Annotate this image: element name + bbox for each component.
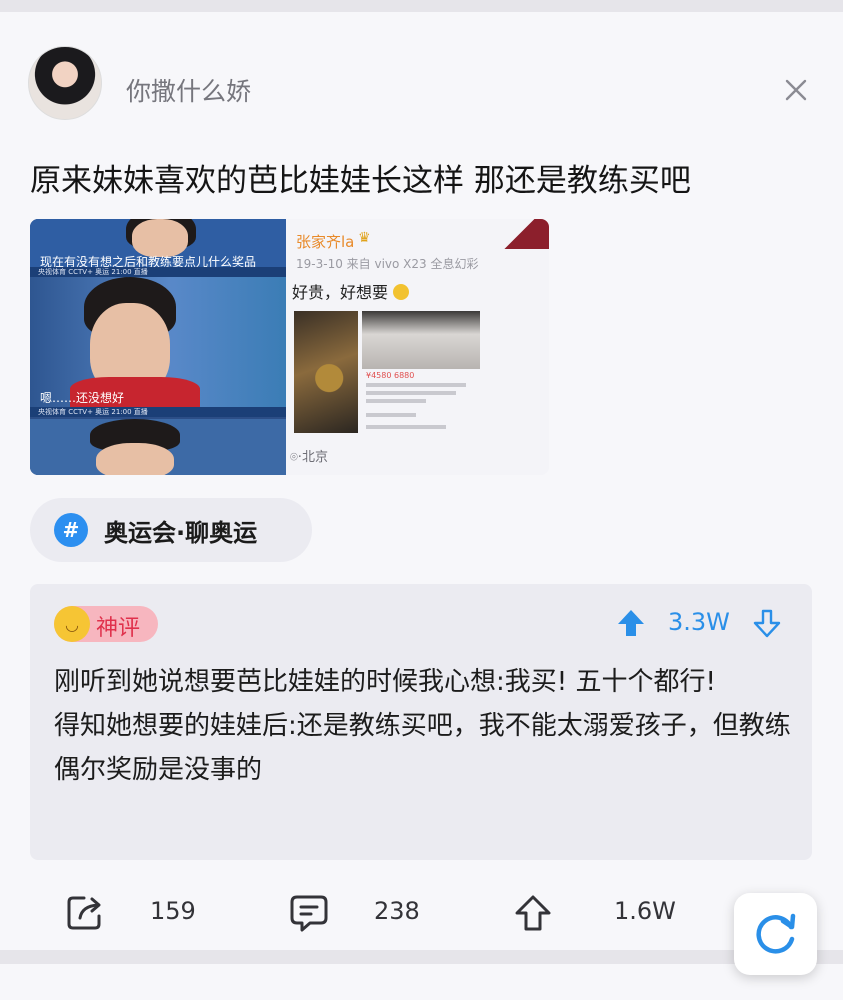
- screenshot-text-line: [366, 383, 466, 387]
- screenshot-text-line: [366, 391, 456, 395]
- image-caption: 嗯……还没想好: [40, 391, 125, 405]
- comment-paragraph: 刚听到她说想要芭比娃娃的时候我心想:我买! 五十个都行!: [54, 667, 716, 697]
- image-figure: [96, 443, 174, 475]
- top-comment[interactable]: ◡ 神评 3.3W 刚听到她说想要芭比娃娃的时候我心想:我买! 五十个都行! 得…: [30, 584, 812, 860]
- screenshot-location-text: 北京: [301, 450, 328, 465]
- post-card[interactable]: 你撒什么娇 原来妹妹喜欢的芭比娃娃长这样 那还是教练买吧 现在有没有想之后和教练…: [0, 12, 843, 950]
- downvote-arrow-icon[interactable]: [750, 606, 784, 640]
- image-decoration: [504, 219, 549, 249]
- next-post-preview: [0, 964, 843, 1000]
- refresh-button[interactable]: [734, 893, 817, 975]
- doll-photo: [294, 311, 358, 433]
- laugh-emoji-icon: [393, 284, 410, 300]
- grin-emoji-icon: ◡: [54, 606, 90, 642]
- vote-count: 3.3W: [668, 608, 730, 636]
- post-image-left[interactable]: 现在有没有想之后和教练要点儿什么奖品 央视体育 CCTV+ 奥运 21:00 直…: [30, 219, 286, 475]
- avatar[interactable]: [28, 46, 102, 120]
- topic-tag[interactable]: # 奥运会·聊奥运: [30, 498, 312, 562]
- refresh-icon: [755, 913, 795, 954]
- post-image-right[interactable]: 张家齐la ♛ 19-3-10 来自 vivo X23 全息幻彩 好贵，好想要 …: [286, 219, 549, 475]
- comment-paragraph: 得知她想要的娃娃后:还是教练买吧，我不能太溺爱孩子，但教练偶尔奖励是没事的: [54, 711, 791, 785]
- comment-count: 238: [374, 897, 420, 925]
- comment-icon[interactable]: [288, 892, 330, 934]
- feed-separator: [0, 0, 843, 12]
- username[interactable]: 你撒什么娇: [126, 72, 251, 108]
- screenshot-body: 好贵，好想要: [292, 279, 410, 303]
- image-ticker: 央视体育 CCTV+ 奥运 21:00 直播: [30, 267, 286, 277]
- screenshot-location: ⌾·北京: [290, 446, 328, 465]
- screenshot-text-line: [366, 413, 416, 417]
- upvote-arrow-icon[interactable]: [614, 606, 648, 640]
- doll-photo: [362, 311, 480, 369]
- screenshot-body-text: 好贵，好想要: [292, 283, 389, 302]
- action-bar: 159 238 1.6W: [0, 882, 843, 942]
- share-icon[interactable]: [64, 892, 106, 934]
- screenshot-text-line: [366, 399, 426, 403]
- screenshot-username: 张家齐la: [296, 233, 355, 251]
- like-count: 1.6W: [614, 897, 676, 925]
- image-ticker: 央视体育 CCTV+ 奥运 21:00 直播: [30, 407, 286, 417]
- topic-label: 奥运会·聊奥运: [104, 518, 258, 547]
- screenshot-text-line: [366, 425, 446, 429]
- comment-text: 刚听到她说想要芭比娃娃的时候我心想:我买! 五十个都行! 得知她想要的娃娃后:还…: [54, 660, 794, 792]
- god-comment-badge: ◡ 神评: [54, 606, 158, 642]
- god-comment-label: 神评: [96, 616, 141, 641]
- post-text: 原来妹妹喜欢的芭比娃娃长这样 那还是教练买吧: [30, 163, 691, 199]
- screenshot-price: ¥4580 6880: [366, 371, 415, 380]
- image-figure: [132, 219, 188, 257]
- screenshot-meta: 19-3-10 来自 vivo X23 全息幻彩: [296, 257, 479, 271]
- crown-icon: ♛: [358, 230, 371, 246]
- close-icon: [785, 79, 807, 101]
- hashtag-icon: #: [54, 513, 88, 547]
- close-button[interactable]: [778, 72, 814, 108]
- feed-separator: [0, 950, 843, 964]
- like-icon[interactable]: [512, 892, 554, 934]
- location-pin-icon: ⌾·: [290, 450, 302, 465]
- share-count: 159: [150, 897, 196, 925]
